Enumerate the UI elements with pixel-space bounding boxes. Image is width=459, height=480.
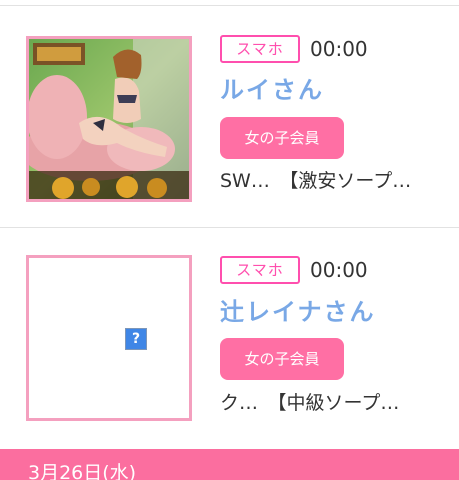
date-label: 3月26日(水) bbox=[28, 462, 137, 480]
shop-name: ク… 【中級ソープ… bbox=[220, 392, 400, 414]
device-badge: スマホ bbox=[220, 35, 300, 63]
profile-photo[interactable] bbox=[26, 36, 192, 202]
list-item[interactable]: ? スマホ 00:00 辻レイナさん 女の子会員 ク… 【中級ソープ… bbox=[0, 228, 459, 450]
login-time: 00:00 bbox=[310, 37, 368, 61]
profile-photo-image bbox=[29, 39, 189, 199]
member-type-badge: 女の子会員 bbox=[220, 117, 344, 159]
profile-photo[interactable]: ? bbox=[26, 255, 192, 421]
login-time: 00:00 bbox=[310, 258, 368, 282]
broken-image-icon: ? bbox=[125, 328, 147, 350]
list-item[interactable]: スマホ 00:00 ルイさん 女の子会員 SW… 【激安ソープ… bbox=[0, 6, 459, 228]
member-type-badge: 女の子会員 bbox=[220, 338, 344, 380]
member-name-link[interactable]: ルイさん bbox=[220, 74, 324, 106]
shop-name: SW… 【激安ソープ… bbox=[220, 170, 412, 192]
date-section-header: 3月26日(水) bbox=[0, 449, 459, 480]
device-badge: スマホ bbox=[220, 256, 300, 284]
member-name-link[interactable]: 辻レイナさん bbox=[220, 296, 376, 328]
